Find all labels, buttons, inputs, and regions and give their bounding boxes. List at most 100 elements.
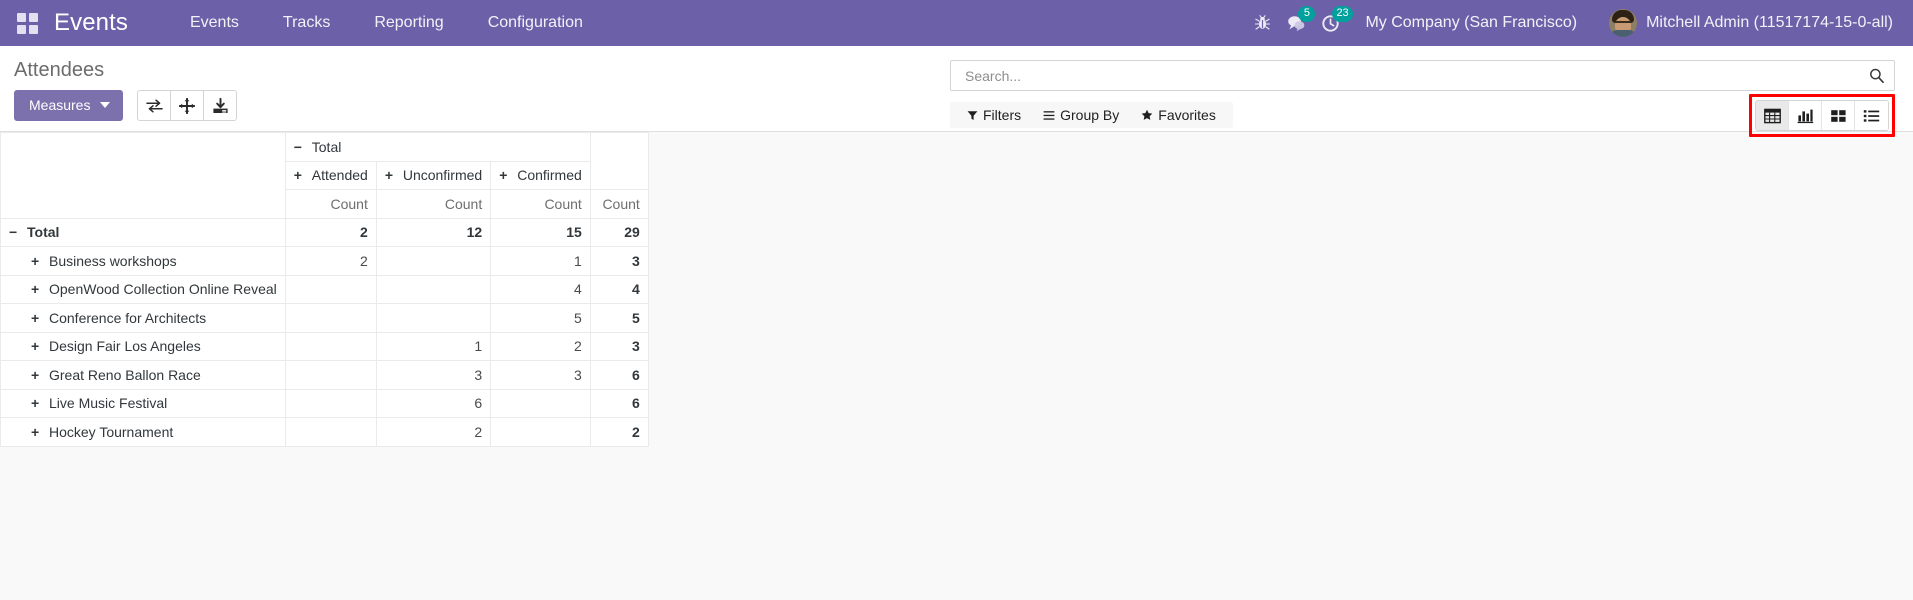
control-panel-right: Filters Group By: [950, 46, 1913, 137]
cell-unconfirmed-count[interactable]: 6: [375, 388, 492, 418]
cell-unconfirmed-count[interactable]: 12: [375, 217, 492, 247]
cell-total-count[interactable]: 3: [589, 331, 649, 361]
pivot-col-unconfirmed[interactable]: + Unconfirmed: [375, 160, 492, 190]
user-menu[interactable]: Mitchell Admin (11517174-15-0-all): [1595, 9, 1903, 37]
activities-clock-icon[interactable]: 23: [1313, 0, 1353, 46]
cell-total-count[interactable]: 4: [589, 274, 649, 304]
navbar-right-cluster: 5 23 My Company (San Francisco) Mitchell…: [1245, 0, 1913, 46]
cell-confirmed-count[interactable]: [490, 388, 591, 418]
measure-header-attended-count[interactable]: Count: [284, 189, 377, 219]
row-toggle-icon[interactable]: +: [31, 424, 44, 440]
measure-header-confirmed-count[interactable]: Count: [490, 189, 591, 219]
search-bar[interactable]: [950, 60, 1895, 91]
table-row: + Design Fair Los Angeles 1 2 3: [0, 331, 649, 361]
company-switcher[interactable]: My Company (San Francisco): [1347, 14, 1595, 32]
cell-attended-count[interactable]: [284, 360, 377, 390]
row-header-cell[interactable]: + OpenWood Collection Online Reveal: [0, 274, 286, 304]
group-by-menu[interactable]: Group By: [1032, 105, 1130, 125]
control-panel-left: Attendees Measures: [0, 46, 950, 131]
cell-confirmed-count[interactable]: 3: [490, 360, 591, 390]
cell-total-count[interactable]: 29: [589, 217, 649, 247]
pivot-toolbar: Measures: [14, 90, 950, 121]
row-toggle-icon[interactable]: +: [31, 367, 44, 383]
cell-attended-count[interactable]: [284, 303, 377, 333]
favorites-star-icon: [1141, 109, 1153, 121]
row-label: Business workshops: [49, 252, 177, 269]
cell-confirmed-count[interactable]: 1: [490, 246, 591, 276]
download-xlsx-icon[interactable]: [203, 90, 238, 121]
measures-button-label: Measures: [29, 97, 91, 113]
pivot-col-group-total[interactable]: − Total: [284, 132, 591, 162]
row-toggle-icon[interactable]: +: [31, 338, 44, 354]
avatar: [1609, 9, 1638, 37]
cell-unconfirmed-count[interactable]: [375, 303, 492, 333]
cell-total-count[interactable]: 6: [589, 388, 649, 418]
cell-unconfirmed-count[interactable]: [375, 246, 492, 276]
flip-axis-icon[interactable]: [137, 90, 172, 121]
row-header-cell[interactable]: + Live Music Festival: [0, 388, 286, 418]
cell-attended-count[interactable]: [284, 331, 377, 361]
menu-item-configuration[interactable]: Configuration: [466, 0, 605, 46]
filters-menu[interactable]: Filters: [956, 105, 1032, 125]
expand-all-icon[interactable]: [170, 90, 205, 121]
pivot-col-attended[interactable]: + Attended: [284, 160, 377, 190]
list-view-icon[interactable]: [1855, 101, 1888, 130]
row-header-cell[interactable]: + Design Fair Los Angeles: [0, 331, 286, 361]
messages-icon[interactable]: 5: [1279, 0, 1316, 46]
row-header-cell[interactable]: + Business workshops: [0, 246, 286, 276]
cell-unconfirmed-count[interactable]: 3: [375, 360, 492, 390]
col-confirmed-label: Confirmed: [517, 167, 582, 184]
menu-item-events[interactable]: Events: [168, 0, 261, 46]
cell-confirmed-count[interactable]: 5: [490, 303, 591, 333]
search-input[interactable]: [963, 66, 1869, 85]
row-toggle-icon[interactable]: +: [31, 281, 44, 297]
cell-confirmed-count[interactable]: 2: [490, 331, 591, 361]
filter-funnel-icon: [967, 110, 978, 121]
app-brand-events[interactable]: Events: [54, 9, 134, 37]
cell-confirmed-count[interactable]: 15: [490, 217, 591, 247]
row-toggle-icon[interactable]: +: [31, 395, 44, 411]
favorites-menu[interactable]: Favorites: [1130, 105, 1227, 125]
breadcrumb: Attendees: [14, 59, 105, 81]
col-unconfirmed-toggle-icon[interactable]: +: [385, 167, 398, 183]
cell-total-count[interactable]: 5: [589, 303, 649, 333]
cell-total-count[interactable]: 2: [589, 417, 649, 447]
cell-attended-count[interactable]: 2: [284, 217, 377, 247]
menu-item-tracks[interactable]: Tracks: [261, 0, 352, 46]
cell-unconfirmed-count[interactable]: [375, 274, 492, 304]
cell-attended-count[interactable]: [284, 274, 377, 304]
col-confirmed-toggle-icon[interactable]: +: [499, 167, 512, 183]
pivot-view-icon[interactable]: [1756, 101, 1789, 130]
graph-view-icon[interactable]: [1789, 101, 1822, 130]
cell-total-count[interactable]: 6: [589, 360, 649, 390]
cell-attended-count[interactable]: [284, 388, 377, 418]
kanban-view-icon[interactable]: [1822, 101, 1855, 130]
row-toggle-icon[interactable]: −: [9, 224, 22, 240]
measure-header-total-count[interactable]: Count: [589, 189, 649, 219]
pivot-col-root-row: − Total: [0, 132, 649, 219]
cell-unconfirmed-count[interactable]: 1: [375, 331, 492, 361]
cell-attended-count[interactable]: [284, 417, 377, 447]
search-icon[interactable]: [1869, 68, 1884, 83]
measure-header-unconfirmed-count[interactable]: Count: [375, 189, 492, 219]
measures-button[interactable]: Measures: [14, 90, 124, 121]
cell-confirmed-count[interactable]: 4: [490, 274, 591, 304]
activities-badge: 23: [1332, 6, 1353, 22]
row-header-cell[interactable]: + Hockey Tournament: [0, 417, 286, 447]
col-group-toggle-icon[interactable]: −: [294, 139, 307, 155]
row-header-cell[interactable]: + Conference for Architects: [0, 303, 286, 333]
cell-confirmed-count[interactable]: [490, 417, 591, 447]
row-header-cell[interactable]: + Great Reno Ballon Race: [0, 360, 286, 390]
apps-menu-button[interactable]: [0, 0, 54, 46]
col-attended-toggle-icon[interactable]: +: [294, 167, 307, 183]
row-toggle-icon[interactable]: +: [31, 310, 44, 326]
pivot-col-confirmed[interactable]: + Confirmed: [490, 160, 591, 190]
pivot-content-area: − Total + Attended + Unconfirmed + Confirmed…: [0, 132, 1913, 600]
cell-total-count[interactable]: 3: [589, 246, 649, 276]
row-header-cell[interactable]: − Total: [0, 217, 286, 247]
bug-icon[interactable]: [1245, 0, 1279, 46]
cell-unconfirmed-count[interactable]: 2: [375, 417, 492, 447]
cell-attended-count[interactable]: 2: [284, 246, 377, 276]
menu-item-reporting[interactable]: Reporting: [352, 0, 465, 46]
row-toggle-icon[interactable]: +: [31, 253, 44, 269]
